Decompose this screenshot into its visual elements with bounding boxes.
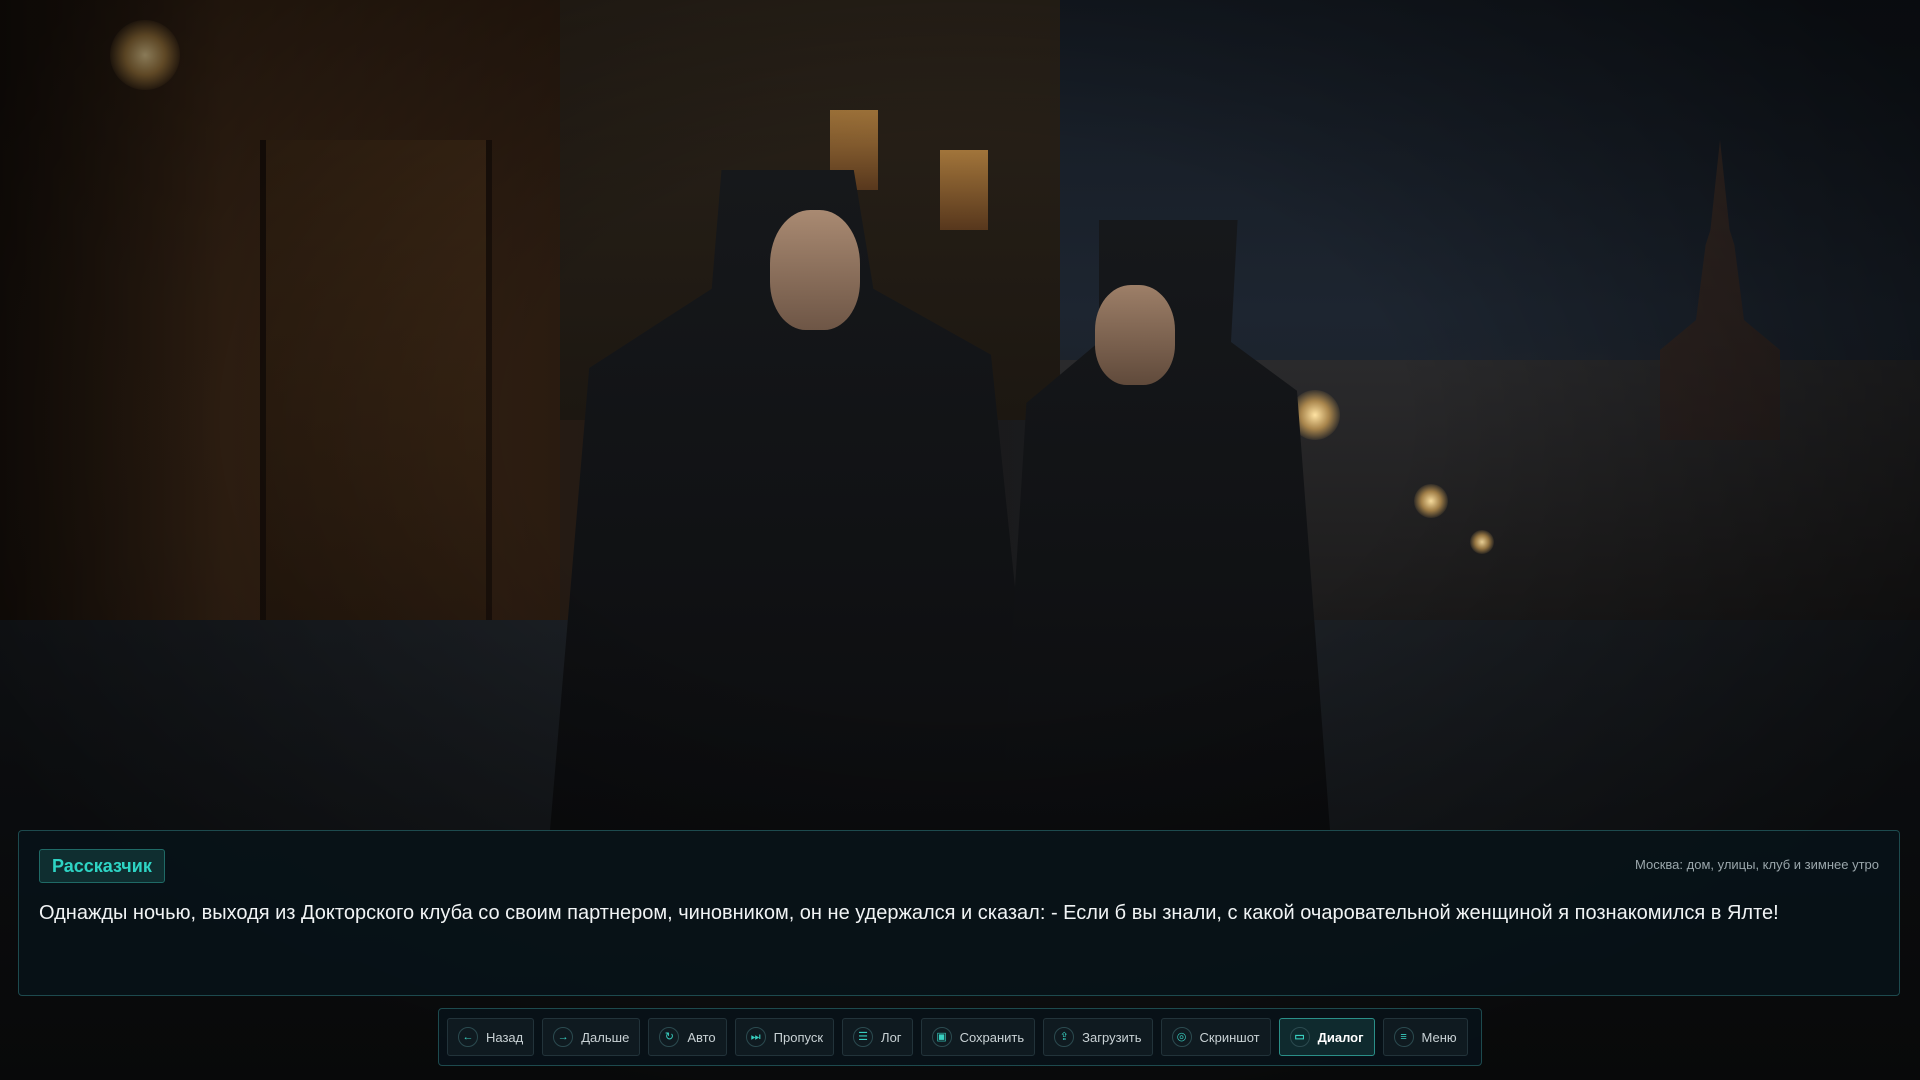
screenshot-button[interactable]: ◎ Скриншот bbox=[1160, 1018, 1271, 1056]
log-icon: ☰ bbox=[853, 1027, 874, 1047]
screenshot-button-label: Скриншот bbox=[1199, 1029, 1260, 1045]
save-button[interactable]: ▣ Сохранить bbox=[920, 1018, 1036, 1056]
log-button[interactable]: ☰ Лог bbox=[842, 1018, 913, 1056]
dialog-toggle-button[interactable]: ▭ Диалог bbox=[1278, 1018, 1375, 1056]
skip-button-label: Пропуск bbox=[773, 1029, 824, 1045]
log-button-label: Лог bbox=[881, 1029, 902, 1045]
back-button[interactable]: ← Назад bbox=[447, 1018, 535, 1056]
auto-button[interactable]: ↻ Авто bbox=[648, 1018, 727, 1056]
dialog-text: Однажды ночью, выходя из Докторского клу… bbox=[39, 902, 1779, 924]
load-button-label: Загрузить bbox=[1082, 1029, 1142, 1045]
game-toolbar: ← Назад → Дальше ↻ Авто ⏭ Пропуск ☰ Лог … bbox=[438, 1008, 1482, 1066]
camera-icon: ◎ bbox=[1171, 1027, 1192, 1047]
forward-button[interactable]: → Дальше bbox=[542, 1018, 641, 1056]
save-button-label: Сохранить bbox=[959, 1029, 1025, 1045]
menu-button[interactable]: ≡ Меню bbox=[1382, 1018, 1468, 1056]
forward-arrow-icon: → bbox=[553, 1027, 574, 1047]
load-button[interactable]: ⇪ Загрузить bbox=[1043, 1018, 1153, 1056]
load-icon: ⇪ bbox=[1054, 1027, 1075, 1047]
menu-button-label: Меню bbox=[1421, 1029, 1457, 1045]
back-arrow-icon: ← bbox=[458, 1027, 478, 1047]
forward-button-label: Дальше bbox=[581, 1029, 630, 1045]
dialog-box[interactable]: Рассказчик Москва: дом, улицы, клуб и зи… bbox=[18, 830, 1900, 996]
speaker-name: Рассказчик bbox=[39, 849, 165, 883]
skip-button[interactable]: ⏭ Пропуск bbox=[734, 1018, 835, 1056]
location-label: Москва: дом, улицы, клуб и зимнее утро bbox=[1635, 857, 1879, 872]
menu-icon: ≡ bbox=[1393, 1027, 1414, 1047]
dialog-icon: ▭ bbox=[1289, 1027, 1310, 1047]
dialog-toggle-label: Диалог bbox=[1317, 1029, 1364, 1045]
save-icon: ▣ bbox=[931, 1027, 952, 1047]
auto-button-label: Авто bbox=[687, 1029, 716, 1045]
back-button-label: Назад bbox=[486, 1029, 524, 1045]
auto-play-icon: ↻ bbox=[659, 1027, 680, 1047]
skip-icon: ⏭ bbox=[745, 1027, 766, 1047]
